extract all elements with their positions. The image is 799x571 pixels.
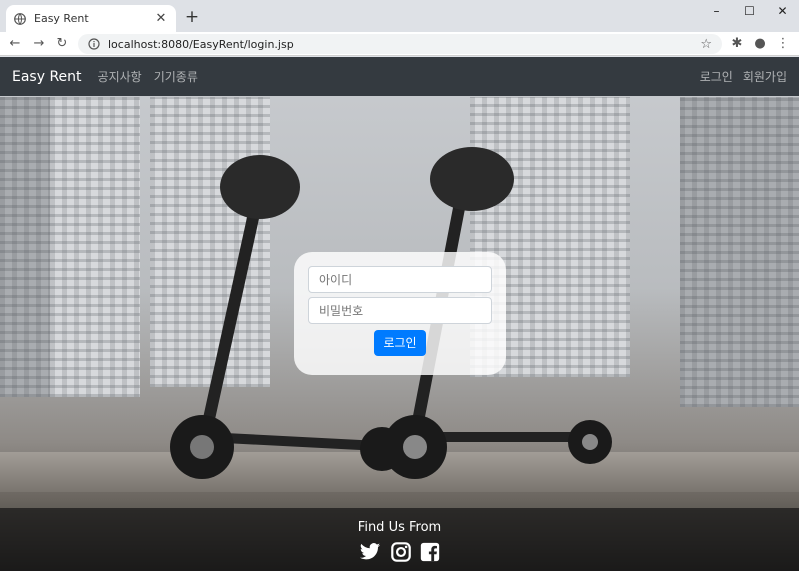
login-card: 로그인 — [294, 252, 506, 375]
back-button[interactable]: ← — [6, 35, 24, 53]
tab-close-icon[interactable]: ✕ — [154, 11, 168, 26]
maximize-button[interactable]: ☐ — [733, 0, 766, 22]
extensions-icon[interactable]: ✱ — [728, 35, 746, 53]
profile-icon[interactable]: ● — [751, 35, 769, 53]
forward-button[interactable]: → — [30, 35, 48, 53]
close-window-button[interactable]: ✕ — [766, 0, 799, 22]
id-input[interactable] — [308, 266, 492, 293]
minimize-button[interactable]: – — [700, 0, 733, 22]
tab-title: Easy Rent — [34, 12, 89, 25]
nav-link-login[interactable]: 로그인 — [700, 68, 733, 85]
nav-link-notice[interactable]: 공지사항 — [98, 68, 142, 85]
twitter-icon[interactable] — [359, 541, 381, 563]
background-building — [50, 97, 140, 397]
login-button[interactable]: 로그인 — [374, 330, 426, 356]
background-building — [680, 97, 799, 407]
info-icon[interactable] — [88, 38, 100, 50]
top-navbar: Easy Rent 공지사항 기기종류 로그인 회원가입 — [0, 57, 799, 96]
brand-logo[interactable]: Easy Rent — [12, 69, 82, 85]
page: Easy Rent 공지사항 기기종류 로그인 회원가입 로그인 Find Us… — [0, 57, 799, 571]
password-input[interactable] — [308, 297, 492, 324]
reload-button[interactable]: ↻ — [53, 35, 71, 53]
background-building — [0, 97, 50, 397]
browser-tab[interactable]: Easy Rent ✕ — [6, 5, 176, 32]
nav-link-signup[interactable]: 회원가입 — [743, 68, 787, 85]
navbar-right: 로그인 회원가입 — [690, 68, 787, 85]
instagram-icon[interactable] — [390, 541, 412, 563]
bookmark-star-icon[interactable]: ☆ — [700, 37, 712, 52]
footer: Find Us From — [0, 508, 799, 571]
address-bar[interactable]: localhost:8080/EasyRent/login.jsp ☆ — [78, 34, 722, 54]
globe-icon — [14, 12, 26, 25]
nav-link-device-types[interactable]: 기기종류 — [154, 68, 198, 85]
menu-icon[interactable]: ⋮ — [774, 35, 792, 53]
footer-title: Find Us From — [357, 520, 442, 535]
browser-tab-strip: Easy Rent ✕ + – ☐ ✕ — [0, 0, 799, 32]
browser-toolbar: ← → ↻ localhost:8080/EasyRent/login.jsp … — [0, 32, 799, 56]
facebook-icon[interactable] — [419, 541, 441, 563]
url-text: localhost:8080/EasyRent/login.jsp — [108, 37, 294, 51]
new-tab-button[interactable]: + — [183, 8, 201, 26]
